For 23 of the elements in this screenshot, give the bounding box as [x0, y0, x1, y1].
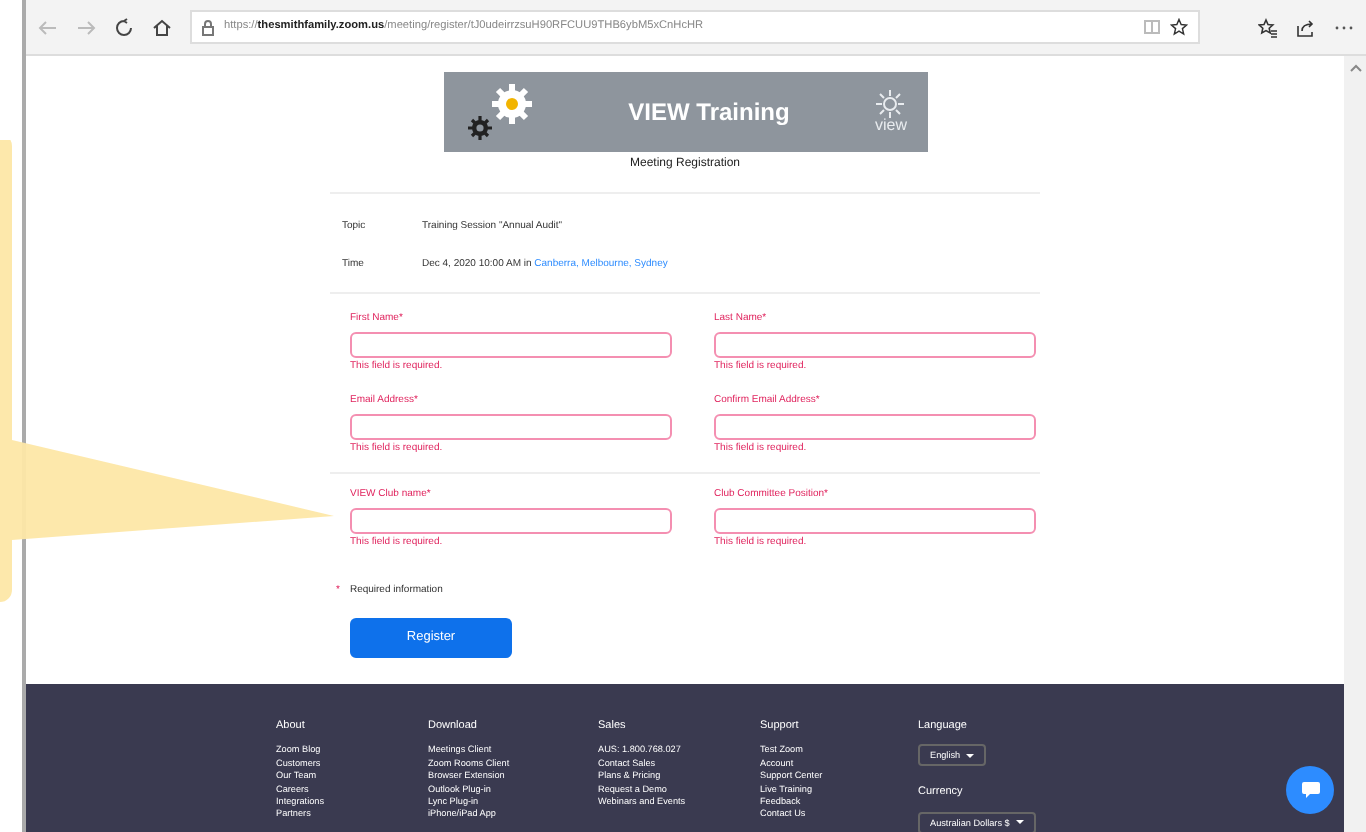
- favorites-icon[interactable]: [1258, 17, 1278, 37]
- lock-icon: [202, 19, 214, 35]
- banner-title: VIEW Training: [628, 96, 790, 130]
- logo-text: view: [874, 118, 907, 134]
- chat-icon: [1301, 782, 1319, 798]
- back-icon[interactable]: [38, 17, 58, 37]
- caret-icon: [1015, 820, 1024, 825]
- chat-button[interactable]: [1286, 766, 1334, 814]
- reading-view-icon[interactable]: [1144, 20, 1160, 34]
- sun-icon: [876, 90, 905, 118]
- input-field[interactable]: [714, 413, 1036, 439]
- scroll-up-icon[interactable]: [1349, 64, 1361, 72]
- caret-icon: [966, 753, 975, 758]
- forward-icon[interactable]: [76, 17, 96, 37]
- home-icon[interactable]: [152, 17, 172, 37]
- input-field[interactable]: [714, 331, 1036, 357]
- input-field[interactable]: [350, 413, 672, 439]
- input-field[interactable]: [350, 507, 672, 533]
- input-field[interactable]: [714, 507, 1036, 533]
- input-field[interactable]: [350, 331, 672, 357]
- refresh-icon[interactable]: [114, 17, 134, 37]
- share-icon[interactable]: [1296, 17, 1316, 37]
- star-icon[interactable]: [1170, 18, 1188, 36]
